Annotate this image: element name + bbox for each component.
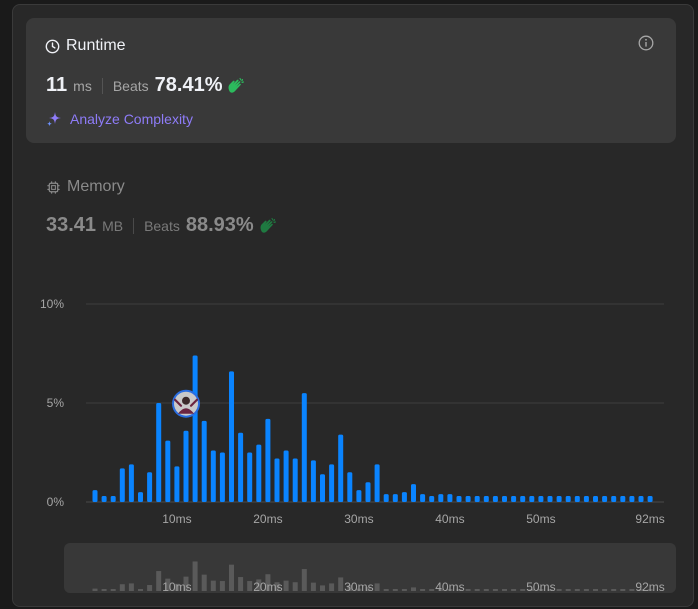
overview-bar [192,561,198,591]
overview-tick-label: 40ms [435,580,464,594]
overview-bar [583,589,589,591]
overview-bar [483,589,489,591]
overview-bar [156,571,162,591]
overview-bar [229,564,234,591]
overview-bar [238,577,244,591]
overview-bar [565,589,571,591]
overview-bar [611,589,617,591]
overview-bar [128,583,134,591]
overview-bar [411,587,416,591]
overview-bar [219,581,225,591]
overview-bar [520,589,526,591]
overview-bar [301,569,307,591]
overview-bar [492,589,498,591]
overview-tick-label: 10ms [162,580,191,594]
overview-bar [465,589,471,591]
overview-tick-label: 30ms [344,580,373,594]
overview-tick-label: 50ms [526,580,555,594]
overview-tick-label: 20ms [253,580,282,594]
overview-bar [247,581,253,591]
overview-bar [401,589,407,591]
overview-bar [420,589,426,591]
overview-bar [593,589,598,591]
overview-bar [620,589,626,591]
overview-bar [602,589,608,591]
overview-bar [210,580,216,591]
overview-bar [147,585,153,591]
overview-tick-label: 92ms [635,580,664,594]
overview-bar [474,589,480,591]
overview-bar [119,584,125,591]
overview-bar [101,589,107,591]
overview-bar [629,589,635,591]
overview-bar [329,583,335,591]
overview-bar [502,589,507,591]
overview-bar [110,589,116,591]
overview-bar [338,577,344,591]
overview-chart: 10ms 20ms 30ms 40ms 50ms 92ms [92,561,665,594]
overview-bar [556,589,562,591]
overview-bar [283,580,289,591]
overview-bar [429,589,435,591]
overview-bar [292,582,298,591]
overview-bar [383,589,389,591]
overview-bar [201,574,207,591]
overview-bar [138,589,143,591]
overview-bar [374,583,380,591]
overview-bar [320,585,325,591]
overview-bar [310,582,316,591]
overview-bar [392,589,398,591]
overview-bar [574,589,580,591]
overview-bar [511,589,517,591]
overview-bar [92,588,98,591]
